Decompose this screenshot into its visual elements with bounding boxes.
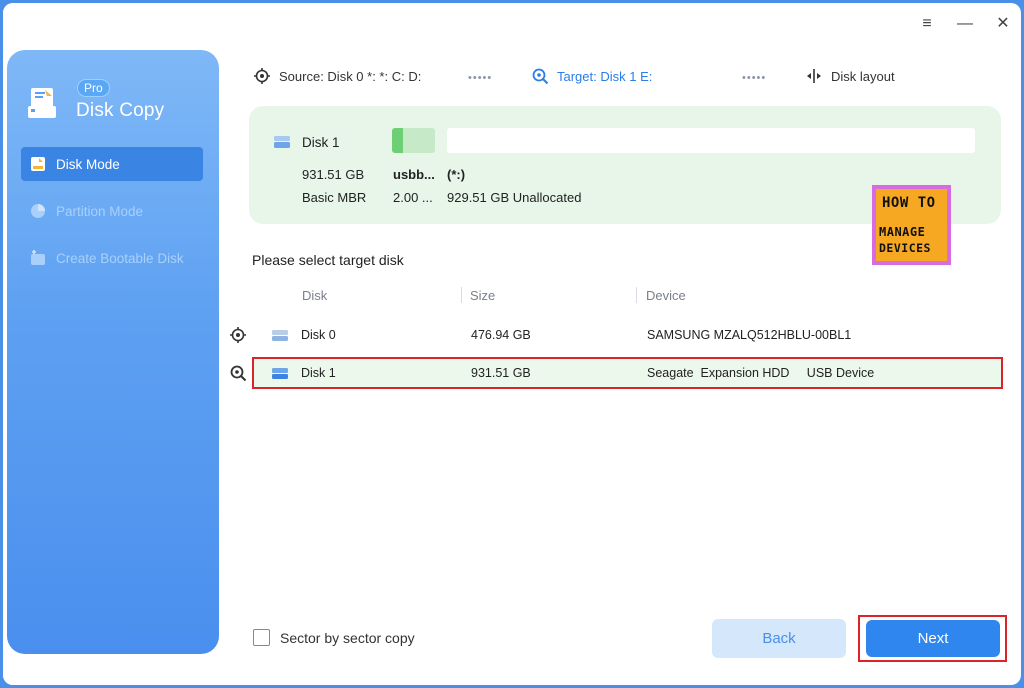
source-crosshair-icon xyxy=(254,68,270,84)
summary-partition-style: Basic MBR xyxy=(302,190,367,205)
wizard-steps: Source: Disk 0 *: *: C: D: ••••• Target:… xyxy=(251,67,951,89)
logo-line-2: MANAGE xyxy=(879,225,926,239)
summary-partition-size: 2.00 ... xyxy=(393,190,433,205)
cell-disk: Disk 0 xyxy=(301,328,336,342)
step-layout-label: Disk layout xyxy=(831,68,895,84)
target-search-icon xyxy=(532,68,549,85)
target-disk-table: Disk Size Device Disk 0 476.94 GB SAMSUN… xyxy=(225,285,1005,389)
sidebar-item-partition-mode[interactable]: Partition Mode xyxy=(21,194,203,228)
summary-unallocated: 929.51 GB Unallocated xyxy=(447,190,582,205)
hard-disk-icon xyxy=(274,136,290,148)
cell-size: 476.94 GB xyxy=(471,328,531,342)
bootable-disk-icon xyxy=(31,250,45,265)
partition-bar[interactable] xyxy=(392,128,435,153)
sidebar: Pro Disk Copy Disk Mode Partition Mode C… xyxy=(7,50,219,654)
column-header-device[interactable]: Device xyxy=(646,288,686,303)
sidebar-item-label: Partition Mode xyxy=(56,203,144,219)
cell-device: Seagate Expansion HDD USB Device xyxy=(647,366,875,380)
disk-layout-icon xyxy=(807,69,821,83)
disk-mode-icon xyxy=(31,157,45,171)
sector-copy-label: Sector by sector copy xyxy=(280,629,415,646)
cell-device: SAMSUNG MZALQ512HBLU-00BL1 xyxy=(647,328,852,342)
table-row-disk-0[interactable]: Disk 0 476.94 GB SAMSUNG MZALQ512HBLU-00… xyxy=(225,319,1005,351)
summary-disk-name: Disk 1 xyxy=(302,135,340,150)
sidebar-nav: Disk Mode Partition Mode Create Bootable… xyxy=(7,147,219,288)
window-controls: ≡ — ✕ xyxy=(919,15,1011,33)
logo-inner: HOW TO MANAGE DEVICES xyxy=(876,189,947,261)
sidebar-item-label: Create Bootable Disk xyxy=(56,250,184,266)
selected-row-highlight xyxy=(252,357,1003,389)
column-header-disk[interactable]: Disk xyxy=(302,288,327,303)
sidebar-item-disk-mode[interactable]: Disk Mode xyxy=(21,147,203,181)
pro-badge: Pro xyxy=(77,79,110,97)
select-target-title: Please select target disk xyxy=(252,252,404,268)
logo-line-3: DEVICES xyxy=(879,241,931,255)
next-button[interactable]: Next xyxy=(866,620,1000,657)
sector-copy-option[interactable]: Sector by sector copy xyxy=(253,629,415,646)
pie-chart-icon xyxy=(31,204,45,218)
cell-disk: Disk 1 xyxy=(301,366,336,380)
target-search-icon xyxy=(230,365,247,382)
step-source-label: Source: Disk 0 *: *: C: D: xyxy=(279,68,422,84)
unallocated-bar[interactable] xyxy=(447,128,975,153)
disk-copy-logo-icon xyxy=(28,88,56,118)
how-to-manage-devices-logo: HOW TO MANAGE DEVICES xyxy=(872,185,951,265)
table-header: Disk Size Device xyxy=(225,285,1005,307)
step-target: Target: Disk 1 E: xyxy=(531,67,652,85)
hard-disk-icon xyxy=(272,368,288,379)
summary-volume: (*:) xyxy=(447,167,466,182)
sidebar-item-label: Disk Mode xyxy=(56,156,120,172)
cell-size: 931.51 GB xyxy=(471,366,531,380)
minimize-icon[interactable]: — xyxy=(957,15,973,33)
step-separator: ••••• xyxy=(742,72,767,84)
sidebar-item-create-bootable-disk[interactable]: Create Bootable Disk xyxy=(21,241,203,275)
summary-partition-label: usbb... xyxy=(393,167,435,182)
source-crosshair-icon xyxy=(230,327,246,343)
step-target-label: Target: Disk 1 E: xyxy=(557,68,653,84)
menu-icon[interactable]: ≡ xyxy=(919,15,935,33)
column-header-size[interactable]: Size xyxy=(470,288,495,303)
hard-disk-icon xyxy=(272,330,288,341)
step-source: Source: Disk 0 *: *: C: D: xyxy=(253,67,421,85)
disk-copy-window: Pro Disk Copy Disk Mode Partition Mode C… xyxy=(3,3,1021,685)
step-separator: ••••• xyxy=(468,72,493,84)
close-icon[interactable]: ✕ xyxy=(995,15,1011,33)
table-row-disk-1[interactable]: Disk 1 931.51 GB Seagate Expansion HDD U… xyxy=(225,357,1005,389)
app-title: Disk Copy xyxy=(76,100,165,121)
sector-copy-checkbox[interactable] xyxy=(253,629,270,646)
column-separator xyxy=(461,287,462,303)
partition-bar-fill xyxy=(392,128,403,153)
brand: Pro Disk Copy xyxy=(25,77,205,137)
logo-line-1: HOW TO xyxy=(882,195,936,211)
summary-disk-size: 931.51 GB xyxy=(302,167,365,182)
back-button[interactable]: Back xyxy=(712,619,846,658)
column-separator xyxy=(636,287,637,303)
step-layout: Disk layout xyxy=(805,67,895,85)
